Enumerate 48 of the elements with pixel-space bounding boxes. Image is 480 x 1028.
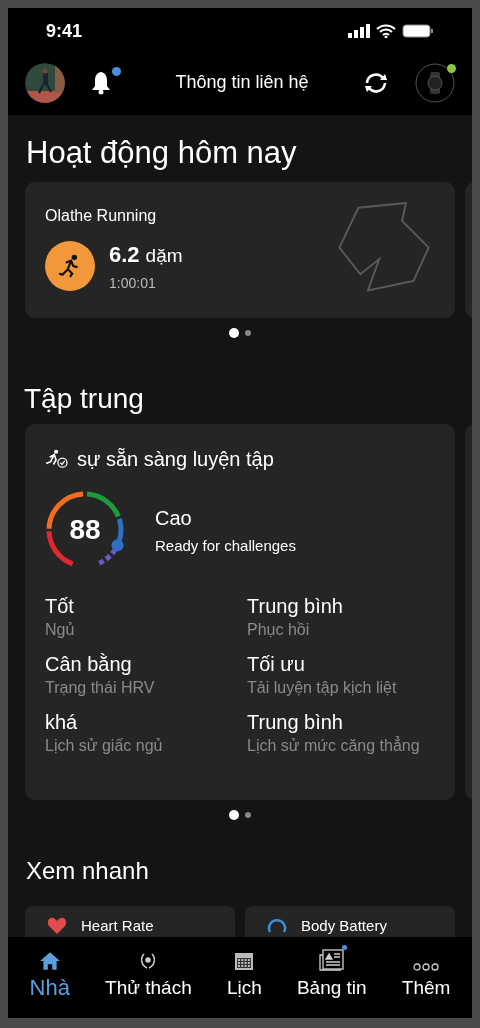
readiness-score: 88 (68, 513, 102, 547)
readiness-message: Ready for challenges (155, 535, 296, 556)
readiness-card[interactable]: sự sẵn sàng luyện tập 88 Cao Ready for challenges Tốt Ngủ Trung bình Phục hồi Cân bằng Trạng thái HRV Tối ưu Tải luyện tập kịch liệt khá Lịch sử giấc ngủ Trung bình Lịch sử mức căng thẳng (25, 424, 455, 800)
metric-value: Trung bình (247, 594, 344, 618)
metric-label: Trạng thái HRV (45, 678, 156, 698)
activity-name: Olathe Running (45, 206, 158, 226)
metric-value: khá (45, 710, 79, 734)
readiness-icon (45, 449, 69, 469)
more-icon (413, 963, 440, 971)
home-icon (38, 951, 61, 971)
nav-tab[interactable]: Lịch (226, 947, 262, 1001)
readiness-status: Cao (155, 505, 193, 531)
header-title: Thông tin liên hệ (174, 71, 310, 94)
metric-value: Trung bình (247, 710, 344, 734)
section-title: Tập trung (23, 382, 145, 416)
section-title: Xem nhanh (25, 856, 150, 886)
metric-label: Ngủ (45, 620, 76, 640)
running-icon (45, 241, 95, 291)
distance-value: 6.2 (109, 241, 140, 269)
metric-label: Lịch sử giấc ngủ (45, 736, 164, 756)
metric-label: Phục hồi (247, 620, 311, 640)
activity-duration: 1:00:01 (109, 274, 157, 293)
newspaper-icon (318, 949, 345, 971)
heart-icon (47, 917, 67, 935)
metric-label: Lịch sử mức căng thẳng (247, 736, 421, 756)
activity-card[interactable]: Olathe Running 6.2 dặm 1:00:01 (25, 182, 455, 318)
card-title: sự sẵn sàng luyện tập (77, 447, 274, 472)
section-title: Hoạt động hôm nay (25, 134, 298, 172)
bell-icon[interactable] (91, 70, 111, 95)
nav-tab[interactable]: Bảng tin (296, 947, 367, 1001)
quick-view-card[interactable]: Body Battery (245, 906, 455, 937)
status-time: 9:41 (46, 19, 83, 43)
metric-label: Tải luyện tập kịch liệt (247, 678, 398, 698)
nav-tab[interactable]: Thử thách (105, 947, 192, 1001)
nav-tab[interactable]: Nhà (29, 947, 70, 1001)
metric-value: Tối ưu (247, 652, 306, 676)
watch-icon[interactable] (415, 62, 455, 103)
quick-view-card[interactable]: Heart Rate (25, 906, 235, 937)
card-title: Body Battery (301, 917, 387, 935)
battery-icon (402, 24, 434, 38)
nav-tab[interactable]: Thêm (401, 947, 451, 1001)
wifi-icon (376, 24, 396, 38)
metric-value: Tốt (45, 594, 75, 618)
metric-value: Cân bằng (45, 652, 133, 676)
signal-icon (348, 24, 370, 38)
calendar-icon (234, 951, 255, 971)
distance-unit: dặm (145, 244, 183, 268)
card-title: Heart Rate (81, 917, 154, 935)
